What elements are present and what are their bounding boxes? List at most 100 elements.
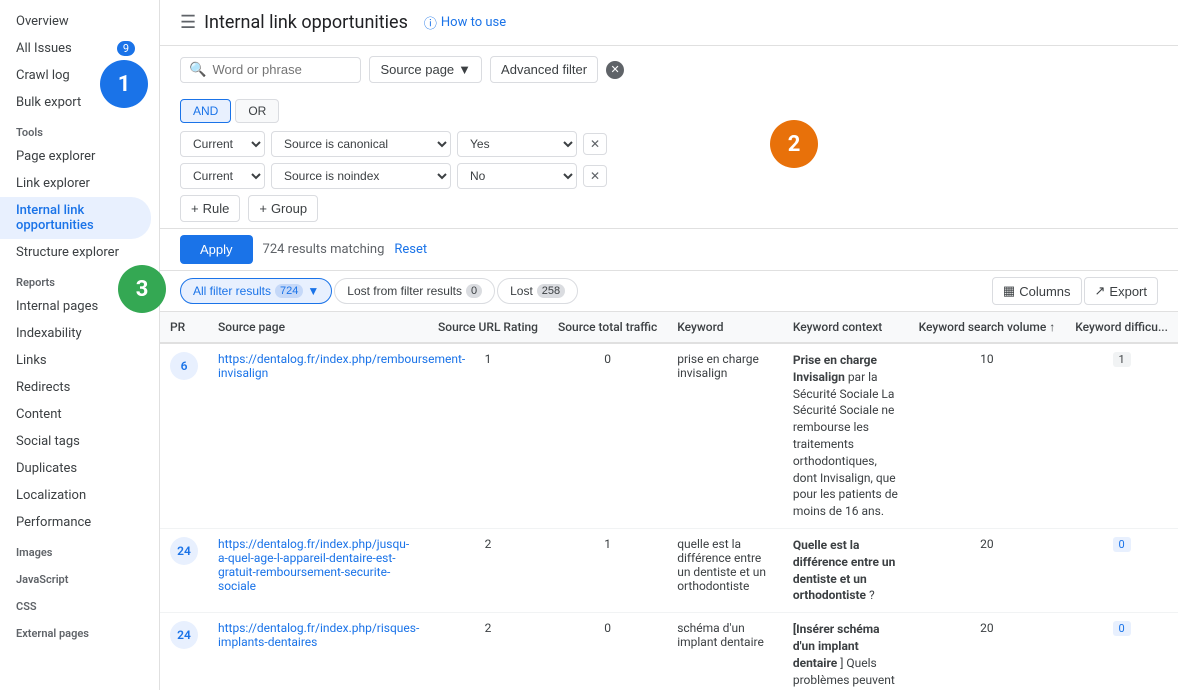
col-keyword-search-volume[interactable]: Keyword search volume ↑: [909, 312, 1066, 343]
remove-filter-2-button[interactable]: ✕: [583, 165, 607, 187]
pr-cell: 24: [160, 528, 208, 612]
keyword-search-volume-cell: 20: [909, 613, 1066, 690]
keyword-search-volume-cell: 20: [909, 528, 1066, 612]
filter-builder: AND OR Previous Current Source is canoni…: [160, 93, 1178, 229]
clear-filters-button[interactable]: ✕: [606, 61, 624, 79]
sidebar-item-label: Performance: [16, 515, 91, 530]
keyword-cell: schéma d'un implant dentaire: [667, 613, 783, 690]
tab-lost-filter-badge: 0: [466, 284, 482, 298]
keyword-cell: prise en charge invisalign: [667, 343, 783, 528]
sidebar-item-label: Social tags: [16, 434, 80, 449]
sidebar-item-overview[interactable]: Overview: [0, 8, 151, 35]
keyword-context-cell: Prise en charge Invisalign par la Sécuri…: [783, 343, 909, 528]
sidebar-item-internal-link-opportunities[interactable]: Internal link opportunities: [0, 197, 151, 239]
and-button[interactable]: AND: [180, 99, 231, 123]
source-page-link[interactable]: https://dentalog.fr/index.php/jusqu-a-qu…: [218, 537, 409, 593]
main-content: ☰ Internal link opportunities ⓘ How to u…: [160, 0, 1178, 690]
sidebar-item-link-explorer[interactable]: Link explorer: [0, 170, 151, 197]
sidebar-item-duplicates[interactable]: Duplicates: [0, 455, 151, 482]
source-url-rating-cell: 1: [428, 343, 548, 528]
filter-actions: + Rule + Group: [180, 195, 1158, 222]
help-link-text: How to use: [441, 15, 506, 30]
source-page-button[interactable]: Source page ▼: [369, 56, 482, 83]
tools-section-label: Tools: [0, 116, 159, 143]
filter-prev-curr-1[interactable]: Previous Current: [180, 131, 265, 157]
help-link[interactable]: ⓘ How to use: [424, 13, 506, 32]
col-keyword-context: Keyword context: [783, 312, 909, 343]
filter-prev-curr-2[interactable]: Previous Current: [180, 163, 265, 189]
source-page-link[interactable]: https://dentalog.fr/index.php/risques-im…: [218, 621, 419, 649]
sidebar-item-label: Page explorer: [16, 149, 95, 164]
tab-all-filter-results[interactable]: All filter results 724 ▼: [180, 278, 332, 304]
add-group-label: Group: [271, 201, 307, 216]
keyword-difficulty-cell: 1: [1065, 343, 1178, 528]
source-page-label: Source page: [380, 62, 454, 77]
plus-icon: +: [191, 201, 199, 216]
sidebar-item-localization[interactable]: Localization: [0, 482, 151, 509]
annotation-circle-1: 1: [100, 60, 148, 108]
images-label: Images: [0, 536, 159, 563]
sidebar-item-performance[interactable]: Performance: [0, 509, 151, 536]
help-icon: ⓘ: [424, 13, 437, 32]
sidebar-item-links[interactable]: Links: [0, 347, 151, 374]
table-row: 24https://dentalog.fr/index.php/jusqu-a-…: [160, 528, 1178, 612]
sidebar-item-label: Indexability: [16, 326, 82, 341]
table-row: 24 https://dentalog.fr/index.php/risques-…: [160, 613, 1178, 690]
export-button[interactable]: ↗ Export: [1084, 277, 1158, 305]
keyword-cell: quelle est la différence entre un dentis…: [667, 528, 783, 612]
pr-badge: 24: [170, 621, 198, 649]
tab-lost-filter-label: Lost from filter results: [347, 284, 462, 298]
sidebar-item-redirects[interactable]: Redirects: [0, 374, 151, 401]
source-page-cell: https://dentalog.fr/index.php/jusqu-a-qu…: [208, 528, 428, 612]
col-source-page: Source page: [208, 312, 428, 343]
remove-filter-1-button[interactable]: ✕: [583, 133, 607, 155]
export-label: Export: [1109, 284, 1147, 299]
annotation-circle-2: 2: [770, 120, 818, 168]
and-or-row: AND OR: [180, 99, 1158, 123]
filter-condition-2[interactable]: Source is noindex: [271, 163, 451, 189]
sidebar-item-page-explorer[interactable]: Page explorer: [0, 143, 151, 170]
filter-bar: 🔍 Source page ▼ Advanced filter ✕: [160, 46, 1178, 93]
annotation-circle-3: 3: [118, 265, 166, 313]
sidebar-item-content[interactable]: Content: [0, 401, 151, 428]
all-issues-badge: 9: [117, 41, 135, 56]
search-input[interactable]: [212, 62, 352, 77]
tab-lost-from-filter[interactable]: Lost from filter results 0: [334, 278, 495, 304]
sidebar-item-label: All Issues: [16, 41, 72, 56]
sidebar-item-structure-explorer[interactable]: Structure explorer: [0, 239, 151, 266]
keyword-context-cell: [Insérer schéma d'un implant dentaire ] …: [783, 613, 909, 690]
sidebar-item-all-issues[interactable]: All Issues 9: [0, 35, 151, 62]
add-group-button[interactable]: + Group: [248, 195, 318, 222]
sidebar-item-label: Localization: [16, 488, 86, 503]
sidebar-item-label: Bulk export: [16, 95, 81, 110]
chevron-down-icon: ▼: [458, 62, 471, 77]
sidebar-item-social-tags[interactable]: Social tags: [0, 428, 151, 455]
source-page-cell: https://dentalog.fr/index.php/remboursem…: [208, 343, 428, 528]
menu-icon[interactable]: ☰: [180, 12, 196, 33]
external-label: External pages: [0, 617, 159, 644]
table-wrap: PR Source page Source URL Rating Source …: [160, 312, 1178, 690]
filter-value-2[interactable]: No Yes: [457, 163, 577, 189]
apply-button[interactable]: Apply: [180, 235, 253, 264]
source-url-rating-cell: 2: [428, 613, 548, 690]
keyword-difficulty-cell: 0: [1065, 528, 1178, 612]
col-source-url-rating: Source URL Rating: [428, 312, 548, 343]
sidebar-item-label: Link explorer: [16, 176, 90, 191]
filter-condition-1[interactable]: Source is canonical: [271, 131, 451, 157]
filter-value-1[interactable]: Yes No: [457, 131, 577, 157]
sidebar-item-indexability[interactable]: Indexability: [0, 320, 151, 347]
keyword-difficulty-badge: 0: [1113, 537, 1131, 552]
add-rule-button[interactable]: + Rule: [180, 195, 240, 222]
apply-row: Apply 724 results matching Reset: [160, 229, 1178, 271]
advanced-filter-button[interactable]: Advanced filter: [490, 56, 598, 83]
columns-button[interactable]: ▦ Columns: [992, 277, 1082, 305]
columns-icon: ▦: [1003, 283, 1015, 299]
keyword-difficulty-cell: 0: [1065, 613, 1178, 690]
tab-all-badge: 724: [275, 284, 303, 298]
sidebar-item-label: Links: [16, 353, 47, 368]
filter-row-1: Previous Current Source is canonical Yes…: [180, 131, 1158, 157]
source-url-rating-cell: 2: [428, 528, 548, 612]
reset-link[interactable]: Reset: [394, 242, 427, 257]
tab-lost[interactable]: Lost 258: [497, 278, 578, 304]
or-button[interactable]: OR: [235, 99, 279, 123]
